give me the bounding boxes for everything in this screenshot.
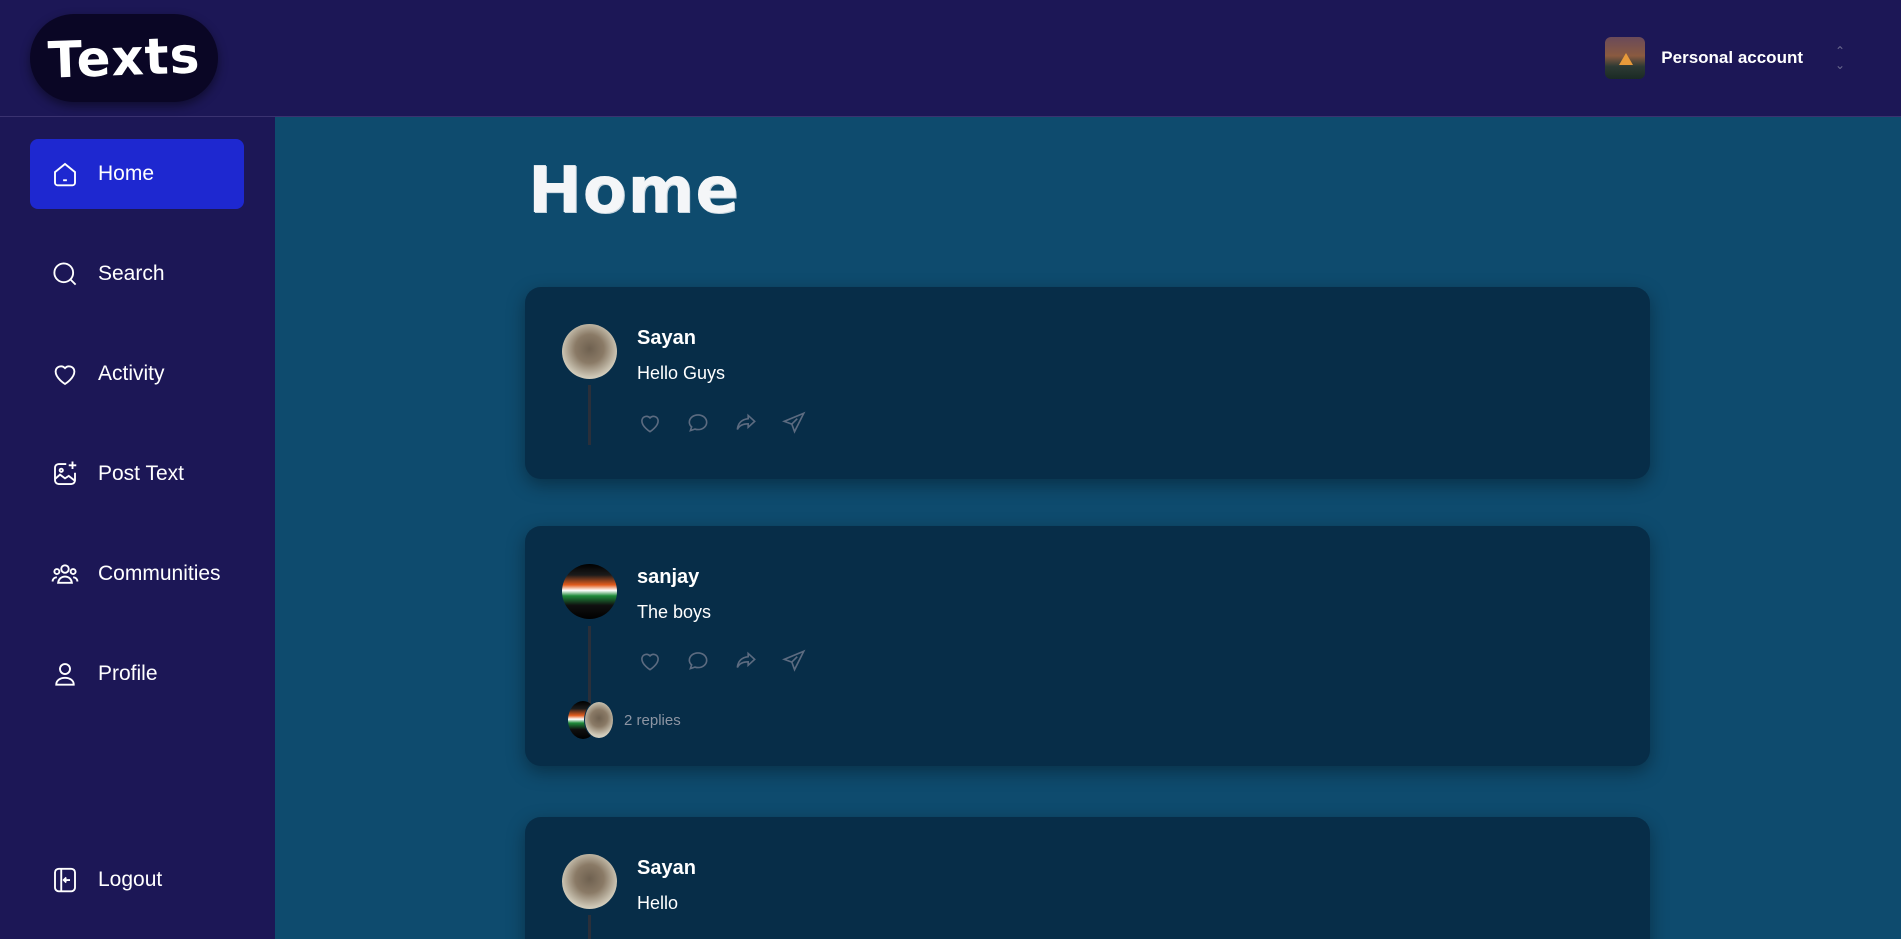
post-card[interactable]: Sayan Hello Guys [525,287,1650,479]
heart-icon[interactable] [637,648,663,674]
post-author[interactable]: Sayan [637,327,696,350]
post-text: Hello [637,893,679,913]
post-text: Hello Guys [637,363,726,383]
replies-count[interactable]: 2 replies [624,712,681,729]
logout-label: Logout [98,868,163,891]
thread-line [588,626,591,706]
post-author[interactable]: sanjay [637,566,699,589]
avatar[interactable] [562,324,617,379]
account-avatar [1605,37,1646,79]
post-card[interactable]: sanjay The boys 2 replies [525,526,1650,766]
logout-icon [54,867,76,893]
sidebar-item-label: Communities [98,562,221,585]
logo-text: Texts [46,26,202,90]
logout-button[interactable]: Logout [30,845,244,915]
users-icon [51,564,79,584]
post-card[interactable]: Sayan Hello [525,817,1650,939]
replies-summary[interactable]: 2 replies [568,701,681,739]
repost-icon[interactable] [733,410,759,436]
share-icon[interactable] [781,648,807,674]
repost-icon[interactable] [733,648,759,674]
post-text: The boys [637,602,712,622]
app-logo[interactable]: Texts [30,14,218,102]
image-plus-icon [54,461,77,485]
share-icon[interactable] [781,410,807,436]
post-actions [637,648,807,674]
avatar[interactable] [562,854,617,909]
sidebar-item-label: Home [98,162,155,185]
sidebar-item-label: Search [98,262,165,285]
sidebar-item-search[interactable]: Search [30,239,244,309]
comment-icon[interactable] [685,410,711,436]
chevron-up-down-icon[interactable]: ⌃ ⌄ [1833,45,1847,71]
sidebar-item-activity[interactable]: Activity [30,339,244,409]
sidebar-item-label: Post Text [98,462,184,485]
heart-icon [54,365,76,386]
search-icon [53,262,77,286]
sidebar-item-communities[interactable]: Communities [30,539,244,609]
page-title: Home [528,154,740,228]
sidebar: Home Search Activity Post Text Communiti… [0,117,275,939]
account-switcher[interactable]: Personal account [1605,37,1803,79]
heart-icon[interactable] [637,410,663,436]
post-author[interactable]: Sayan [637,857,696,880]
comment-icon[interactable] [685,648,711,674]
avatar[interactable] [562,564,617,619]
account-label: Personal account [1661,48,1803,67]
home-icon [54,162,76,187]
sidebar-item-label: Activity [98,362,165,385]
avatar [584,701,614,739]
sidebar-item-profile[interactable]: Profile [30,639,244,709]
user-icon [55,663,75,686]
thread-line [588,915,591,939]
post-actions [637,410,807,436]
sidebar-item-post-text[interactable]: Post Text [30,439,244,509]
sidebar-item-label: Profile [98,662,158,685]
sidebar-item-home[interactable]: Home [30,139,244,209]
main-content: Home Sayan Hello Guys sanjay The boys 2 … [275,117,1901,939]
top-bar: Texts Personal account ⌃ ⌄ [0,0,1901,117]
thread-line [588,385,591,445]
